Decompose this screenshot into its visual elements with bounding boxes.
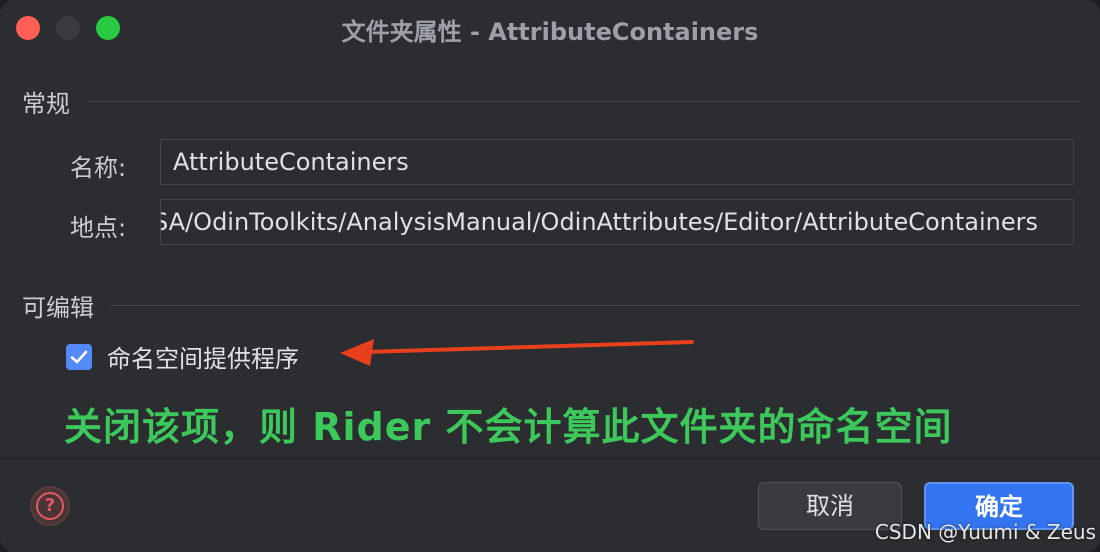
- folder-properties-dialog: 文件夹属性 - AttributeContainers 常规 名称: Attri…: [0, 0, 1100, 552]
- general-section-title: 常规: [22, 90, 70, 118]
- footer-divider: [0, 458, 1100, 459]
- title-bar: 文件夹属性 - AttributeContainers: [0, 0, 1100, 56]
- name-label: 名称:: [70, 154, 127, 182]
- section-divider: [86, 101, 1080, 102]
- annotation-text: 关闭该项，则 Rider 不会计算此文件夹的命名空间: [64, 405, 953, 449]
- name-field-value: AttributeContainers: [173, 148, 409, 176]
- editable-section-title: 可编辑: [22, 294, 94, 322]
- location-label: 地点:: [70, 214, 127, 242]
- location-field-value: SA/OdinToolkits/AnalysisManual/OdinAttri…: [160, 208, 1038, 236]
- watermark: CSDN @Yuumi & Zeus: [874, 520, 1096, 544]
- editable-section-header: 可编辑: [22, 288, 1080, 323]
- namespace-provider-label[interactable]: 命名空间提供程序: [107, 339, 299, 374]
- namespace-provider-checkbox[interactable]: [66, 344, 92, 370]
- help-button[interactable]: ?: [30, 486, 70, 526]
- window-title: 文件夹属性 - AttributeContainers: [341, 18, 759, 46]
- section-divider: [110, 305, 1080, 306]
- checkmark-icon: [70, 350, 88, 364]
- name-field[interactable]: AttributeContainers: [160, 139, 1074, 185]
- annotation-arrow-icon: [340, 339, 694, 366]
- question-circle-icon: ?: [36, 492, 64, 520]
- general-section-header: 常规: [22, 84, 1080, 119]
- location-field[interactable]: SA/OdinToolkits/AnalysisManual/OdinAttri…: [160, 199, 1074, 245]
